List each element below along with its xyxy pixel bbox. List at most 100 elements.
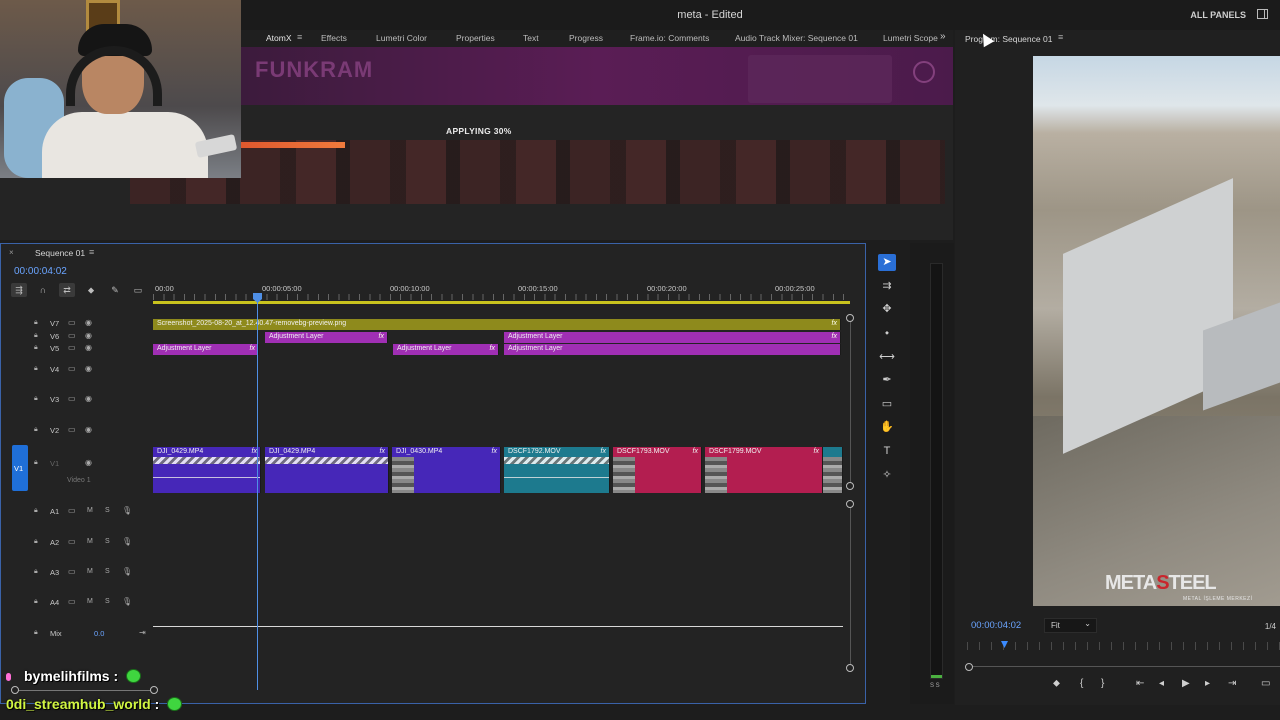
lock-icon[interactable]: 🔒︎ (34, 365, 38, 373)
sync-lock-icon[interactable]: ▭ (68, 425, 76, 434)
program-video-frame[interactable]: METASTEEL METAL İŞLEME MERKEZİ (1033, 56, 1280, 606)
sequence-menu-icon[interactable]: ≡ (89, 247, 94, 257)
sync-lock-icon[interactable]: ▭ (68, 506, 76, 515)
all-panels-button[interactable]: ALL PANELS (1190, 10, 1246, 20)
clip-v6-adjustment[interactable]: Adjustment Layer fx (265, 332, 388, 343)
tab-effects[interactable]: Effects (321, 33, 347, 43)
solo-button[interactable]: S (105, 507, 110, 514)
razor-tool-icon[interactable]: ⬩ (878, 325, 896, 342)
tabs-overflow-icon[interactable]: » (940, 31, 946, 42)
resolution-select[interactable]: 1/4 (1265, 622, 1276, 631)
lock-icon[interactable]: 🔒︎ (34, 459, 38, 467)
selection-tool-icon[interactable]: ➤ (878, 254, 896, 271)
tab-text[interactable]: Text (523, 33, 539, 43)
mute-button[interactable]: M (87, 538, 93, 545)
cart-icon[interactable] (913, 61, 935, 83)
sync-lock-icon[interactable]: ▭ (68, 597, 76, 606)
step-back-icon[interactable]: ◂ (1159, 678, 1164, 689)
scroll-handle[interactable] (846, 314, 854, 322)
eye-icon[interactable]: ◉ (85, 458, 92, 467)
mute-button[interactable]: M (87, 507, 93, 514)
clip-v5-adjustment[interactable]: Adjustment Layer fx (393, 344, 499, 355)
eye-icon[interactable]: ◉ (85, 318, 92, 327)
eye-icon[interactable]: ◉ (85, 331, 92, 340)
mark-in-icon[interactable]: { (1080, 678, 1083, 689)
lock-icon[interactable]: 🔒︎ (34, 507, 38, 515)
lock-icon[interactable]: 🔒︎ (34, 344, 38, 352)
video-tracks-scrollbar[interactable] (850, 314, 851, 484)
tab-atomx[interactable]: AtomX (266, 33, 292, 43)
timeline-timecode[interactable]: 00:00:04:02 (14, 266, 67, 277)
sync-lock-icon[interactable]: ▭ (68, 343, 76, 352)
go-to-out-icon[interactable]: ⇥ (1228, 678, 1236, 689)
scroll-handle[interactable] (846, 664, 854, 672)
program-timecode[interactable]: 00:00:04:02 (971, 620, 1021, 631)
step-forward-icon[interactable]: ▸ (1205, 678, 1210, 689)
rectangle-tool-icon[interactable]: ▭ (878, 396, 896, 413)
sync-lock-icon[interactable]: ▭ (68, 567, 76, 576)
go-to-in-icon[interactable]: ⇤ (1136, 678, 1144, 689)
mute-button[interactable]: M (87, 598, 93, 605)
add-marker-icon[interactable]: ⬥ (83, 283, 99, 297)
clip-v1-dji0429[interactable]: DJI_0429.MP4 fx (153, 447, 261, 493)
lock-icon[interactable]: 🔒︎ (34, 568, 38, 576)
generative-tool-icon[interactable]: ✧ (878, 467, 896, 484)
ripple-edit-icon[interactable]: ✥ (878, 301, 896, 318)
lock-icon[interactable]: 🔒︎ (34, 319, 38, 327)
tab-lumetri-color[interactable]: Lumetri Color (376, 33, 427, 43)
lock-icon[interactable]: 🔒︎ (34, 538, 38, 546)
lock-icon[interactable]: 🔒︎ (34, 426, 38, 434)
sequence-tab[interactable]: Sequence 01 (35, 248, 85, 258)
scroll-handle[interactable] (846, 482, 854, 490)
clip-v1-dji0430[interactable]: DJI_0430.MP4 fx (392, 447, 501, 493)
eye-icon[interactable]: ◉ (85, 364, 92, 373)
clip-v1-tail[interactable] (823, 447, 843, 493)
sync-lock-icon[interactable]: ▭ (68, 364, 76, 373)
mix-go-to-end-icon[interactable]: ⇥ (139, 628, 146, 637)
mic-icon[interactable]: 🎙︎ (122, 537, 132, 546)
lock-icon[interactable]: 🔒︎ (34, 332, 38, 340)
marker-icon[interactable]: ⬥ (1053, 678, 1060, 689)
panel-layout-icon[interactable] (1257, 9, 1268, 19)
scroll-handle[interactable] (150, 686, 158, 694)
linked-selection-icon[interactable]: ⇄ (59, 283, 75, 297)
sync-lock-icon[interactable]: ▭ (68, 394, 76, 403)
mark-out-icon[interactable]: } (1101, 678, 1104, 689)
clip-v1-dscf1793[interactable]: DSCF1793.MOV fx (613, 447, 702, 493)
tab-properties[interactable]: Properties (456, 33, 495, 43)
export-frame-icon[interactable]: ▭ (1261, 678, 1270, 689)
clip-v1-dji0429[interactable]: DJI_0429.MP4 fx (265, 447, 389, 493)
program-scroll-handle[interactable] (965, 663, 973, 671)
close-icon[interactable]: × (9, 248, 14, 257)
lock-icon[interactable]: 🔒︎ (34, 395, 38, 403)
solo-button[interactable]: S (105, 598, 110, 605)
audio-tracks-scrollbar[interactable] (850, 502, 851, 672)
tab-audio-track-mixer[interactable]: Audio Track Mixer: Sequence 01 (735, 33, 858, 43)
tab-frameio-comments[interactable]: Frame.io: Comments (630, 33, 709, 43)
mic-icon[interactable]: 🎙︎ (122, 506, 132, 515)
solo-button[interactable]: S (105, 568, 110, 575)
snap-icon[interactable]: ∩ (35, 283, 51, 297)
program-ruler[interactable] (967, 642, 1280, 650)
mute-button[interactable]: M (87, 568, 93, 575)
play-icon[interactable]: ▶ (1182, 678, 1190, 689)
program-menu-icon[interactable]: ≡ (1058, 32, 1063, 42)
tab-menu-icon[interactable]: ≡ (297, 32, 302, 42)
pen-tool-icon[interactable]: ✒ (878, 372, 896, 389)
nest-sequence-icon[interactable]: ⇶ (11, 283, 27, 297)
timeline-zoom-scrollbar[interactable] (15, 690, 155, 691)
clip-v1-dscf1792[interactable]: DSCF1792.MOV fx (504, 447, 610, 493)
mic-icon[interactable]: 🎙︎ (122, 567, 132, 576)
clip-v1-dscf1799[interactable]: DSCF1799.MOV fx (705, 447, 823, 493)
wrench-icon[interactable]: ✎ (107, 283, 123, 297)
tab-lumetri-scope[interactable]: Lumetri Scope (883, 33, 938, 43)
lock-icon[interactable]: 🔒︎ (34, 598, 38, 606)
track-select-icon[interactable]: ⇉ (878, 278, 896, 295)
tab-progress[interactable]: Progress (569, 33, 603, 43)
clip-v6-adjustment[interactable]: Adjustment Layer fx (504, 332, 841, 343)
lock-icon[interactable]: 🔒︎ (34, 629, 38, 637)
mic-icon[interactable]: 🎙︎ (122, 597, 132, 606)
type-tool-icon[interactable]: T (878, 443, 896, 460)
meter-solo-labels[interactable]: S S (930, 683, 940, 689)
fit-dropdown[interactable]: Fit ⌄ (1044, 618, 1097, 633)
